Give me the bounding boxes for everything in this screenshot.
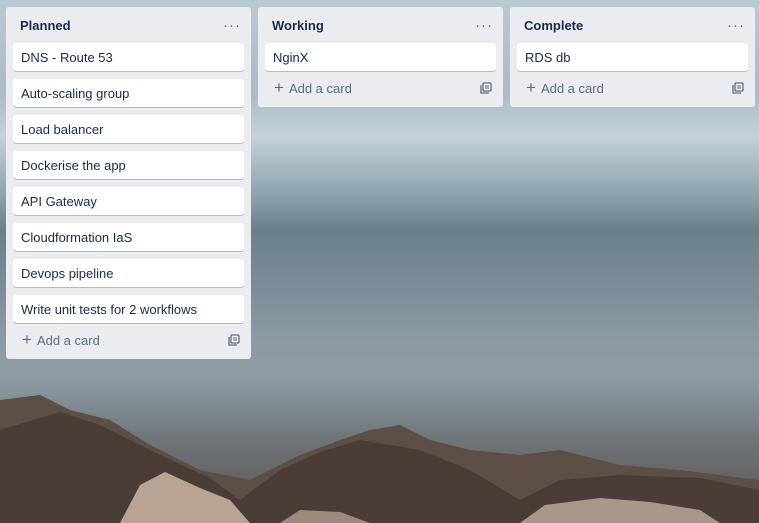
card[interactable]: Write unit tests for 2 workflows [13,295,244,323]
ellipsis-icon[interactable]: ··· [473,15,495,35]
card[interactable]: Load balancer [13,115,244,143]
add-card-label: Add a card [36,332,100,348]
card-template-icon[interactable] [226,332,242,348]
ellipsis-icon[interactable]: ··· [221,15,243,35]
card[interactable]: NginX [265,43,496,71]
add-card-button[interactable]: + Add a card [274,78,352,97]
add-card-label: Add a card [540,80,604,96]
board: Planned ··· DNS - Route 53 Auto-scaling … [6,7,759,359]
card-list: RDS db [510,43,755,71]
list-planned: Planned ··· DNS - Route 53 Auto-scaling … [6,7,251,359]
add-card-row: + Add a card [258,73,503,103]
add-card-button[interactable]: + Add a card [22,330,100,349]
list-title[interactable]: Working [272,18,324,33]
list-working: Working ··· NginX + Add a card [258,7,503,107]
ellipsis-icon[interactable]: ··· [725,15,747,35]
add-card-label: Add a card [288,80,352,96]
card[interactable]: Devops pipeline [13,259,244,287]
card[interactable]: API Gateway [13,187,244,215]
card-list: DNS - Route 53 Auto-scaling group Load b… [6,43,251,323]
list-header: Working ··· [258,7,503,43]
card[interactable]: Cloudformation IaS [13,223,244,251]
list-header: Complete ··· [510,7,755,43]
list-header: Planned ··· [6,7,251,43]
card[interactable]: Dockerise the app [13,151,244,179]
add-card-row: + Add a card [510,73,755,103]
plus-icon: + [274,78,284,97]
card-template-icon[interactable] [730,80,746,96]
card[interactable]: Auto-scaling group [13,79,244,107]
plus-icon: + [526,78,536,97]
add-card-button[interactable]: + Add a card [526,78,604,97]
list-title[interactable]: Planned [20,18,71,33]
list-title[interactable]: Complete [524,18,583,33]
card-template-icon[interactable] [478,80,494,96]
list-complete: Complete ··· RDS db + Add a card [510,7,755,107]
card[interactable]: RDS db [517,43,748,71]
card-list: NginX [258,43,503,71]
plus-icon: + [22,330,32,349]
card[interactable]: DNS - Route 53 [13,43,244,71]
add-card-row: + Add a card [6,325,251,355]
